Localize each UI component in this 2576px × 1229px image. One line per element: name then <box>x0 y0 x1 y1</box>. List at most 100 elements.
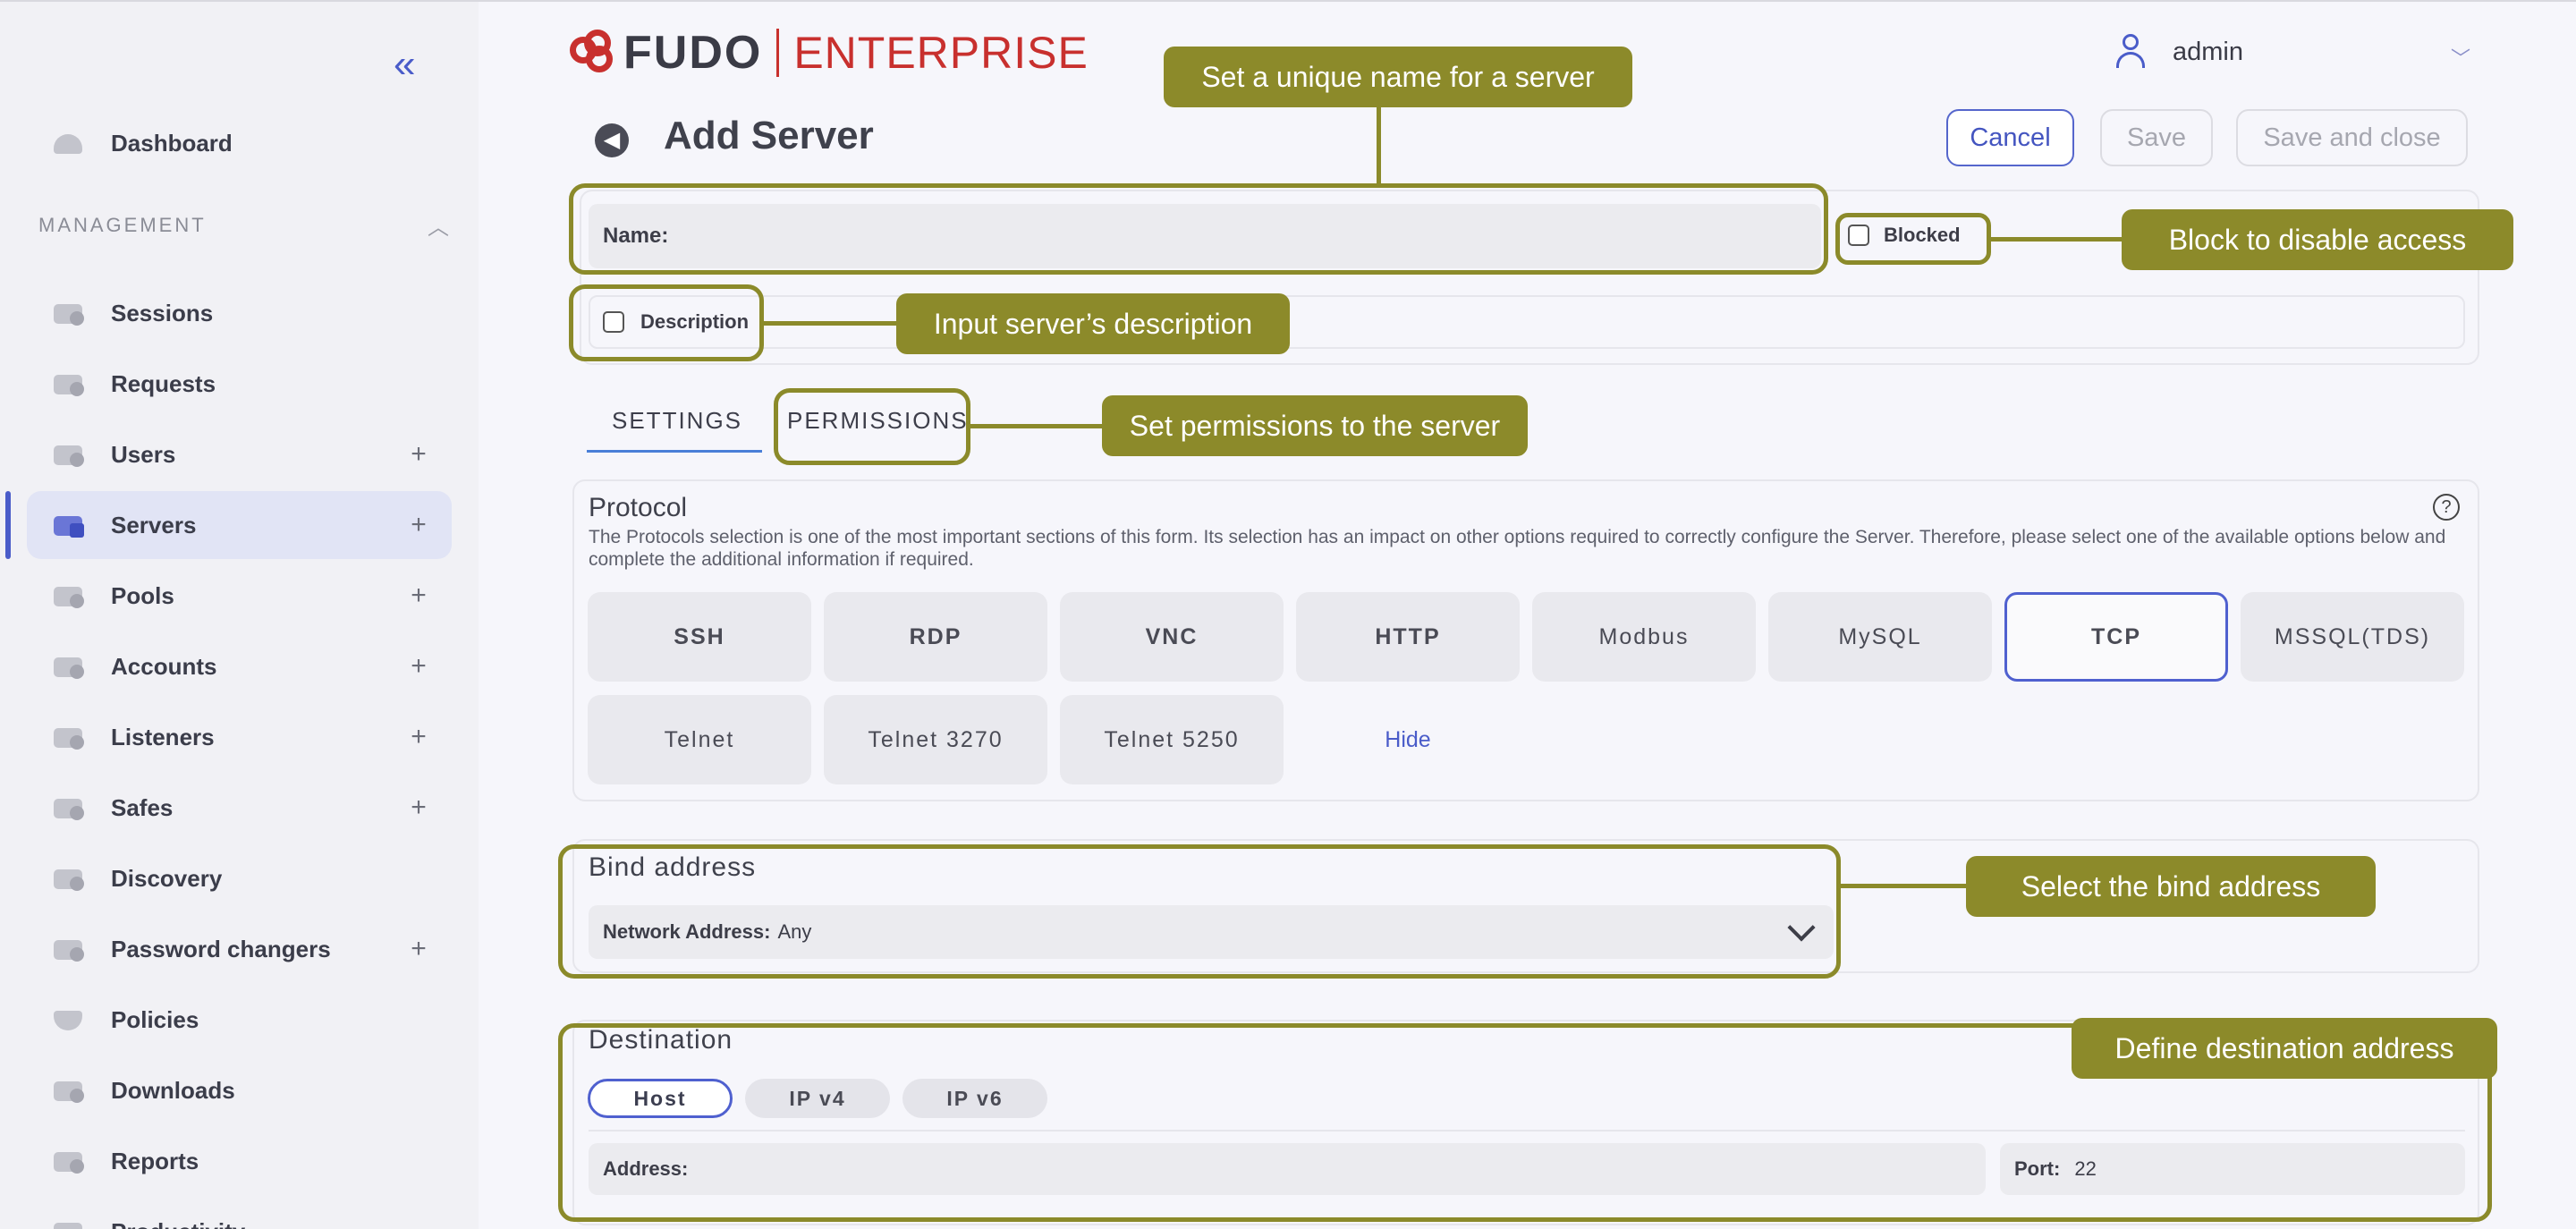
help-icon[interactable]: ? <box>2433 494 2460 521</box>
sidebar-item-sessions[interactable]: Sessions <box>27 279 452 347</box>
users-icon <box>52 440 84 469</box>
sidebar-item-label: Productivity <box>111 1218 452 1229</box>
save-and-close-button[interactable]: Save and close <box>2236 109 2468 166</box>
annotation-name-box <box>569 183 1828 275</box>
sidebar-item-label: Downloads <box>111 1076 235 1104</box>
sidebar: « Dashboard MANAGEMENT ︿ Sessions Reques… <box>0 2 479 1229</box>
annotation-bind-label: Select the bind address <box>1966 856 2376 917</box>
annotation-blocked-connector <box>1991 237 2122 242</box>
sidebar-item-accounts[interactable]: Accounts + <box>27 632 452 700</box>
protocol-rdp-button[interactable]: RDP <box>824 592 1047 682</box>
add-safe-button[interactable]: + <box>405 792 432 823</box>
annotation-name-connector <box>1377 107 1381 183</box>
protocol-vnc-button[interactable]: VNC <box>1060 592 1284 682</box>
discovery-icon <box>52 864 84 893</box>
sidebar-item-discovery[interactable]: Discovery <box>27 844 452 912</box>
protocol-mssql-button[interactable]: MSSQL(TDS) <box>2241 592 2464 682</box>
annotation-bind-connector <box>1841 884 1966 888</box>
reports-icon <box>52 1147 84 1175</box>
fudo-logo: FUDO ENTERPRISE <box>568 27 1089 79</box>
sidebar-item-productivity[interactable]: Productivity <box>27 1198 452 1229</box>
sidebar-item-label: Dashboard <box>111 129 233 157</box>
protocol-telnet-button[interactable]: Telnet <box>588 695 811 784</box>
add-pool-button[interactable]: + <box>405 581 432 611</box>
annotation-blocked-label: Block to disable access <box>2122 209 2513 270</box>
annotation-permissions-box <box>774 388 970 465</box>
sidebar-item-requests[interactable]: Requests <box>27 350 452 418</box>
annotation-description-box <box>569 284 764 361</box>
sidebar-item-label: Pools <box>111 581 174 609</box>
annotation-blocked-box <box>1835 213 1991 265</box>
sidebar-item-label: Password changers <box>111 935 331 962</box>
sidebar-item-label: Servers <box>111 511 197 538</box>
sidebar-item-dashboard[interactable]: Dashboard <box>27 109 452 177</box>
downloads-icon <box>52 1076 84 1105</box>
sidebar-item-label: Listeners <box>111 723 215 750</box>
password-changers-icon <box>52 935 84 963</box>
add-password-changer-button[interactable]: + <box>405 934 432 964</box>
productivity-icon <box>52 1217 84 1229</box>
sessions-icon <box>52 299 84 327</box>
logo-separator <box>776 29 780 77</box>
protocol-http-button[interactable]: HTTP <box>1296 592 1520 682</box>
protocol-tcp-button[interactable]: TCP <box>2004 592 2228 682</box>
protocol-title: Protocol <box>589 493 688 522</box>
sidebar-item-pools[interactable]: Pools + <box>27 562 452 630</box>
sidebar-item-downloads[interactable]: Downloads <box>27 1056 452 1124</box>
sidebar-item-reports[interactable]: Reports <box>27 1127 452 1195</box>
logo-mark-icon <box>568 28 618 78</box>
protocol-modbus-button[interactable]: Modbus <box>1532 592 1756 682</box>
sidebar-item-label: Discovery <box>111 864 223 892</box>
user-icon <box>2115 34 2146 70</box>
servers-icon <box>52 511 84 539</box>
dashboard-icon <box>52 129 84 157</box>
sidebar-item-policies[interactable]: Policies <box>27 986 452 1054</box>
sidebar-item-label: Users <box>111 440 176 468</box>
section-management: MANAGEMENT <box>38 214 207 236</box>
policies-icon <box>52 1005 84 1034</box>
tab-settings-underline <box>587 450 762 453</box>
chevron-up-icon[interactable]: ︿ <box>428 209 449 241</box>
page-title: Add Server <box>664 114 874 157</box>
hide-protocols-link[interactable]: Hide <box>1296 695 1520 784</box>
sidebar-item-label: Policies <box>111 1005 199 1033</box>
sidebar-item-label: Accounts <box>111 652 217 680</box>
add-user-button[interactable]: + <box>405 439 432 470</box>
sidebar-item-safes[interactable]: Safes + <box>27 774 452 842</box>
sidebar-item-label: Requests <box>111 369 216 397</box>
sidebar-item-label: Reports <box>111 1147 199 1174</box>
user-name: admin <box>2173 37 2243 66</box>
sidebar-item-listeners[interactable]: Listeners + <box>27 703 452 771</box>
annotation-name-label: Set a unique name for a server <box>1164 47 1632 107</box>
tab-settings[interactable]: SETTINGS <box>612 407 742 435</box>
annotation-description-connector <box>764 321 896 326</box>
collapse-sidebar-icon[interactable]: « <box>394 45 433 84</box>
annotation-destination-label: Define destination address <box>2072 1018 2497 1079</box>
sidebar-item-label: Safes <box>111 793 174 821</box>
sidebar-item-servers[interactable]: Servers + <box>5 491 452 559</box>
sidebar-item-password-changers[interactable]: Password changers + <box>27 915 452 983</box>
requests-icon <box>52 369 84 398</box>
sidebar-item-users[interactable]: Users + <box>27 420 452 488</box>
sidebar-item-label: Sessions <box>111 299 214 326</box>
chevron-down-icon[interactable]: ﹀ <box>2451 43 2470 72</box>
annotation-permissions-label: Set permissions to the server <box>1102 395 1528 456</box>
protocol-mysql-button[interactable]: MySQL <box>1768 592 1992 682</box>
save-button[interactable]: Save <box>2100 109 2213 166</box>
add-listener-button[interactable]: + <box>405 722 432 752</box>
logo-text-enterprise: ENTERPRISE <box>793 28 1089 78</box>
protocol-telnet5250-button[interactable]: Telnet 5250 <box>1060 695 1284 784</box>
annotation-bind-box <box>558 844 1841 979</box>
accounts-icon <box>52 652 84 681</box>
logo-text-fudo: FUDO <box>623 27 763 79</box>
annotation-permissions-connector <box>970 424 1102 428</box>
protocol-ssh-button[interactable]: SSH <box>588 592 811 682</box>
add-account-button[interactable]: + <box>405 651 432 682</box>
back-button[interactable]: ◀ <box>595 123 629 157</box>
add-server-button[interactable]: + <box>405 510 432 540</box>
cancel-button[interactable]: Cancel <box>1946 109 2074 166</box>
annotation-description-label: Input server’s description <box>896 293 1290 354</box>
listeners-icon <box>52 723 84 751</box>
protocol-telnet3270-button[interactable]: Telnet 3270 <box>824 695 1047 784</box>
user-menu[interactable]: admin <box>2115 34 2243 70</box>
